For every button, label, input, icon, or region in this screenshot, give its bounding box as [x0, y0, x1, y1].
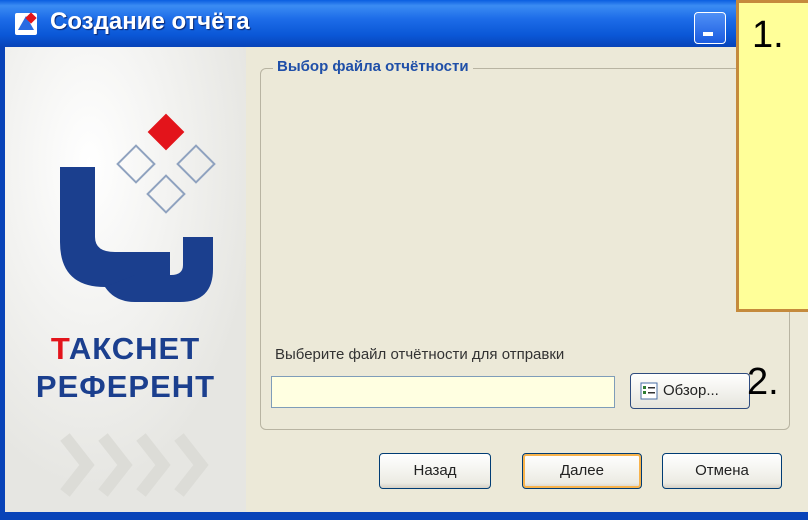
file-select-label: Выберите файл отчётности для отправки: [275, 346, 565, 363]
file-path-input[interactable]: [271, 376, 615, 408]
app-icon: [15, 12, 37, 35]
minimize-button[interactable]: [694, 12, 726, 44]
logo-panel: ТАКСНЕТ РЕФЕРЕНТ: [5, 47, 246, 512]
brand-line-1: ТАКСНЕТ: [50, 331, 201, 366]
annotation-number-2: 2.: [747, 361, 779, 403]
browse-label: Обзор...: [663, 382, 719, 399]
list-icon: [640, 382, 658, 400]
next-button[interactable]: Далее: [522, 453, 642, 489]
cancel-button[interactable]: Отмена: [662, 453, 782, 489]
window-frame-bottom: [0, 512, 808, 520]
back-button[interactable]: Назад: [379, 453, 491, 489]
browse-button[interactable]: Обзор...: [630, 373, 750, 409]
groupbox-title: Выбор файла отчётности: [273, 58, 473, 75]
annotation-number-1: 1.: [752, 14, 784, 56]
dialog-body: ТАКСНЕТ РЕФЕРЕНТ Выбор файла отчётности …: [5, 47, 808, 512]
window-title: Создание отчёта: [50, 8, 250, 35]
brand-line-2: РЕФЕРЕНТ: [35, 369, 216, 404]
title-bar[interactable]: Создание отчёта: [0, 0, 808, 47]
taxnet-logo: [5, 47, 246, 512]
